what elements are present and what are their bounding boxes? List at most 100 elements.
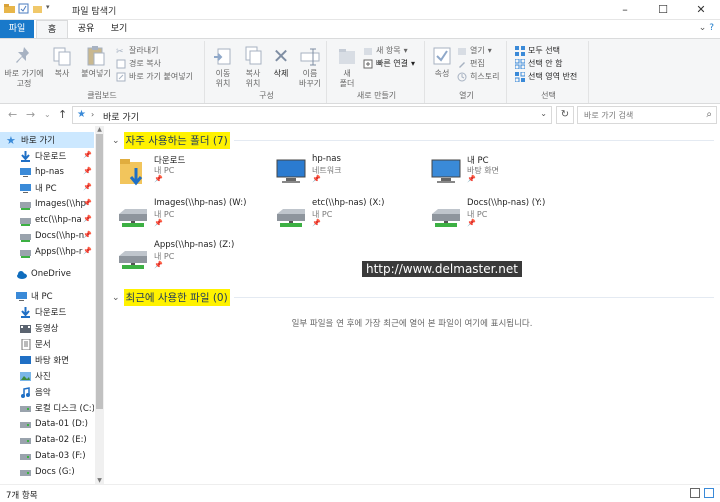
nav-item[interactable]: hp-nas 📌 — [0, 164, 94, 180]
organize-group: 이동 위치 복사 위치 ✕ 삭제 이름 바꾸기 구성 — [207, 41, 327, 103]
folder-tile[interactable]: hp-nas 네트워크 📌 — [274, 152, 424, 192]
nav-onedrive[interactable]: OneDrive — [0, 266, 94, 282]
nav-item-label: etc(\\hp-na — [35, 215, 82, 225]
new-item-button[interactable]: 새 항목 ▾ — [363, 45, 408, 57]
open-icon — [457, 46, 467, 56]
easy-access-icon — [363, 59, 373, 69]
nav-item[interactable]: etc(\\hp-na 📌 — [0, 212, 94, 228]
scroll-down-icon[interactable]: ▼ — [95, 477, 104, 484]
network-drive-icon — [429, 198, 463, 232]
easy-access-label: 빠른 연결 — [376, 59, 408, 68]
collapse-ribbon-icon[interactable]: ⌄ — [699, 23, 707, 33]
address-dropdown-icon[interactable]: ⌄ — [540, 109, 547, 118]
pin-to-quick-access-button[interactable]: 바로 가기에 고정 — [4, 43, 44, 89]
copy-button[interactable]: 복사 — [48, 43, 76, 79]
folder-tile[interactable]: Docs(\\hp-nas) (Y:) 내 PC 📌 — [429, 196, 579, 236]
help-icon[interactable]: ? — [709, 23, 714, 33]
nav-quick-access[interactable]: ★ 바로 가기 — [0, 132, 94, 148]
watermark-text: http://www.delmaster.net — [362, 261, 522, 277]
nav-item[interactable]: 음악 — [0, 384, 94, 400]
folder-tile[interactable]: Images(\\hp-nas) (W:) 내 PC 📌 — [116, 196, 266, 236]
tab-view[interactable]: 보기 — [104, 20, 134, 38]
folder-tile[interactable]: 다운로드 내 PC 📌 — [116, 152, 266, 192]
details-view-icon[interactable] — [690, 488, 700, 498]
tab-file[interactable]: 파일 — [0, 20, 34, 38]
nav-item[interactable]: Data-03 (F:) — [0, 448, 94, 464]
invert-selection-label: 선택 영역 반전 — [528, 72, 578, 81]
navigation-scrollbar[interactable]: ▲ ▼ — [95, 126, 104, 484]
recent-files-header[interactable]: ⌄ 최근에 사용한 파일 (0) — [112, 289, 230, 306]
cut-button[interactable]: ✂ 잘라내기 — [116, 45, 158, 57]
move-to-button[interactable]: 이동 위치 — [209, 43, 237, 89]
tab-home[interactable]: 홈 — [36, 20, 68, 38]
large-icons-view-icon[interactable] — [704, 488, 714, 498]
desktop-icon — [20, 355, 31, 366]
nav-item[interactable]: 내 PC 📌 — [0, 180, 94, 196]
new-folder-button[interactable]: 새 폴더 — [333, 43, 361, 89]
new-group-label: 새로 만들기 — [356, 91, 397, 100]
refresh-button[interactable]: ↻ — [556, 106, 574, 124]
new-folder-qat-icon[interactable] — [32, 3, 43, 14]
disk-icon — [20, 403, 31, 414]
nav-this-pc[interactable]: 내 PC — [0, 288, 94, 304]
copy-path-button[interactable]: 경로 복사 — [116, 58, 161, 70]
paste-shortcut-icon — [116, 72, 126, 82]
nav-item-label: Data-01 (D:) — [35, 419, 88, 429]
close-button[interactable]: ✕ — [682, 0, 720, 20]
paste-button[interactable]: 붙여넣기 — [78, 43, 114, 79]
select-none-button[interactable]: 선택 안 함 — [514, 58, 563, 70]
forward-arrow-icon[interactable]: → — [26, 108, 35, 121]
rename-button[interactable]: 이름 바꾸기 — [295, 43, 325, 89]
network-drive-icon — [116, 240, 150, 274]
nav-item[interactable]: 다운로드 — [0, 304, 94, 320]
nav-item[interactable]: Data-02 (E:) — [0, 432, 94, 448]
nav-item[interactable]: 로컬 디스크 (C:) — [0, 400, 94, 416]
history-button[interactable]: 히스토리 — [457, 71, 499, 83]
recent-locations-icon[interactable]: ⌄ — [44, 110, 51, 119]
back-arrow-icon[interactable]: ← — [8, 108, 17, 121]
ribbon-controls[interactable]: ⌄ ? — [699, 23, 714, 33]
edit-button[interactable]: 편집 — [457, 58, 485, 70]
paste-shortcut-button[interactable]: 바로 가기 붙여넣기 — [116, 71, 193, 83]
address-box[interactable]: ★ › 바로 가기 ⌄ — [72, 106, 552, 124]
scrollbar-thumb[interactable] — [96, 134, 103, 409]
nav-item[interactable]: 바탕 화면 — [0, 352, 94, 368]
nav-item[interactable]: Data-01 (D:) — [0, 416, 94, 432]
tile-name: Docs(\\hp-nas) (Y:) — [467, 198, 546, 208]
nav-item[interactable]: 동영상 — [0, 320, 94, 336]
nav-item[interactable]: Docs(\\hp-n 📌 — [0, 228, 94, 244]
nav-item-label: 내 PC — [35, 184, 57, 194]
folder-tile[interactable]: etc(\\hp-nas) (X:) 내 PC 📌 — [274, 196, 424, 236]
properties-qat-icon[interactable] — [18, 3, 29, 14]
frequent-folders-header[interactable]: ⌄ 자주 사용하는 폴더 (7) — [112, 132, 230, 149]
tab-share[interactable]: 공유 — [70, 20, 102, 38]
pin-icon: 📌 — [83, 199, 92, 207]
up-arrow-icon[interactable]: ↑ — [58, 108, 67, 121]
nav-item[interactable]: Docs (G:) — [0, 464, 94, 480]
invert-selection-button[interactable]: 선택 영역 반전 — [514, 71, 578, 83]
copy-to-button[interactable]: 복사 위치 — [239, 43, 267, 89]
nav-item[interactable]: Apps(\\hp-r 📌 — [0, 244, 94, 260]
history-label: 히스토리 — [470, 72, 500, 81]
qat-dropdown-icon[interactable]: ▾ — [46, 3, 57, 14]
maximize-button[interactable]: ☐ — [644, 0, 682, 20]
folder-tile[interactable]: 내 PC 바탕 화면 📌 — [429, 152, 579, 192]
select-all-button[interactable]: 모두 선택 — [515, 45, 560, 57]
tile-name: hp-nas — [312, 154, 341, 164]
delete-button[interactable]: ✕ 삭제 — [269, 43, 293, 79]
nav-item[interactable]: 다운로드 📌 — [0, 148, 94, 164]
nav-item[interactable]: 문서 — [0, 336, 94, 352]
minimize-button[interactable]: – — [606, 0, 644, 20]
open-button[interactable]: 열기 ▾ — [457, 45, 492, 57]
nav-item[interactable]: Images(\\hp 📌 — [0, 196, 94, 212]
scroll-up-icon[interactable]: ▲ — [95, 126, 104, 133]
edit-label: 편집 — [470, 59, 485, 68]
properties-button[interactable]: 속성 — [429, 43, 455, 79]
breadcrumb[interactable]: 바로 가기 — [103, 110, 139, 123]
folder-tile[interactable]: Apps(\\hp-nas) (Z:) 내 PC 📌 — [116, 238, 266, 278]
search-input[interactable]: 바로 가기 검색 ⌕ — [577, 106, 717, 124]
nav-item[interactable]: 사진 — [0, 368, 94, 384]
select-all-icon — [515, 46, 525, 56]
easy-access-button[interactable]: 빠른 연결 ▾ — [363, 58, 415, 70]
navigation-pane: ★ 바로 가기 다운로드 📌 hp-nas 📌 내 PC 📌 Images(\\hp 📌 etc… — [0, 126, 104, 484]
